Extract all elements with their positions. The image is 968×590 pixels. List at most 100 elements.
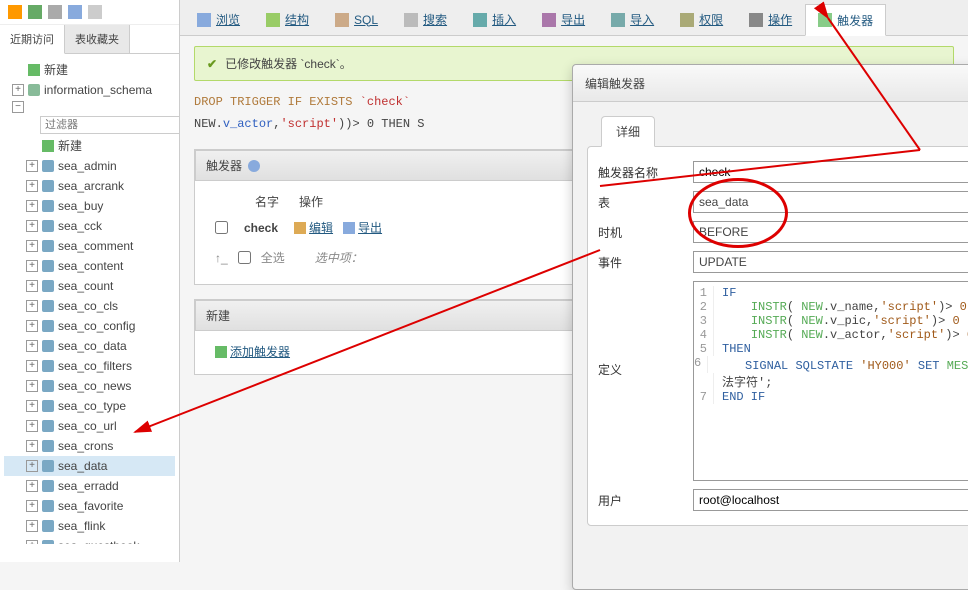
collapse-icon[interactable]: − bbox=[12, 101, 24, 113]
filter-input[interactable] bbox=[40, 116, 179, 134]
expand-icon[interactable]: + bbox=[12, 84, 24, 96]
select-event[interactable]: UPDATE bbox=[693, 251, 968, 273]
tree-table-sea_erradd[interactable]: +sea_erradd bbox=[4, 476, 175, 496]
table-icon bbox=[42, 460, 54, 472]
table-icon bbox=[42, 180, 54, 192]
select-all-checkbox[interactable] bbox=[238, 251, 251, 264]
tab-browse[interactable]: 浏览 bbox=[184, 4, 253, 35]
expand-icon[interactable]: + bbox=[26, 260, 38, 272]
tab-privileges[interactable]: 权限 bbox=[667, 4, 736, 35]
tab-search[interactable]: 搜索 bbox=[391, 4, 460, 35]
input-trigger-name[interactable] bbox=[693, 161, 968, 183]
table-icon bbox=[42, 400, 54, 412]
table-icon bbox=[42, 260, 54, 272]
tab-triggers[interactable]: 触发器 bbox=[805, 4, 886, 36]
expand-icon[interactable]: + bbox=[26, 480, 38, 492]
tree-table-sea_co_filters[interactable]: +sea_co_filters bbox=[4, 356, 175, 376]
dialog-tab-details[interactable]: 详细 bbox=[601, 116, 655, 147]
table-icon bbox=[42, 240, 54, 252]
exit-icon[interactable] bbox=[48, 5, 62, 19]
tree-table-sea_admin[interactable]: +sea_admin bbox=[4, 156, 175, 176]
table-icon bbox=[42, 420, 54, 432]
tree-table-sea_co_news[interactable]: +sea_co_news bbox=[4, 376, 175, 396]
tree-table-sea_co_config[interactable]: +sea_co_config bbox=[4, 316, 175, 336]
code-editor[interactable]: 1IF2 INSTR( NEW.v_name,'script')> 0 OR3 … bbox=[693, 281, 968, 481]
tab-structure[interactable]: 结构 bbox=[253, 4, 322, 35]
refresh-icon[interactable] bbox=[28, 5, 42, 19]
tree-table-sea_cck[interactable]: +sea_cck bbox=[4, 216, 175, 236]
expand-icon[interactable]: + bbox=[26, 400, 38, 412]
label-table: 表 bbox=[598, 194, 693, 211]
expand-icon[interactable]: + bbox=[26, 320, 38, 332]
table-icon bbox=[42, 440, 54, 452]
input-user[interactable] bbox=[693, 489, 968, 511]
expand-icon[interactable]: + bbox=[26, 380, 38, 392]
db-tree: 新建 + information_schema − X 新建 +sea_admi… bbox=[0, 54, 179, 544]
expand-icon[interactable]: + bbox=[26, 460, 38, 472]
expand-icon[interactable]: + bbox=[26, 180, 38, 192]
dialog-titlebar[interactable]: 编辑触发器 ✕ bbox=[573, 65, 968, 102]
table-icon bbox=[42, 500, 54, 512]
expand-icon[interactable]: + bbox=[26, 300, 38, 312]
tree-table-sea_guestbook[interactable]: +sea_guestbook bbox=[4, 536, 175, 544]
label-user: 用户 bbox=[598, 492, 693, 509]
table-icon bbox=[42, 280, 54, 292]
tree-table-sea_content[interactable]: +sea_content bbox=[4, 256, 175, 276]
expand-icon[interactable]: + bbox=[26, 540, 38, 544]
edit-trigger-link[interactable]: 编辑 bbox=[294, 219, 333, 236]
tree-table-sea_arcrank[interactable]: +sea_arcrank bbox=[4, 176, 175, 196]
tree-table-sea_crons[interactable]: +sea_crons bbox=[4, 436, 175, 456]
tab-export[interactable]: 导出 bbox=[529, 4, 598, 35]
expand-icon[interactable]: + bbox=[26, 240, 38, 252]
tab-operations[interactable]: 操作 bbox=[736, 4, 805, 35]
help-icon[interactable] bbox=[68, 5, 82, 19]
tree-table-sea_count[interactable]: +sea_count bbox=[4, 276, 175, 296]
table-icon bbox=[42, 360, 54, 372]
edit-icon bbox=[294, 222, 306, 234]
expand-icon[interactable]: + bbox=[26, 360, 38, 372]
table-icon bbox=[42, 320, 54, 332]
tree-table-sea_data[interactable]: +sea_data bbox=[4, 456, 175, 476]
expand-icon[interactable]: + bbox=[26, 420, 38, 432]
expand-icon[interactable]: + bbox=[26, 500, 38, 512]
tab-favorites[interactable]: 表收藏夹 bbox=[65, 25, 130, 53]
add-icon bbox=[215, 346, 227, 358]
tree-new-db[interactable]: 新建 bbox=[4, 60, 175, 80]
tree-table-sea_favorite[interactable]: +sea_favorite bbox=[4, 496, 175, 516]
expand-icon[interactable]: + bbox=[26, 200, 38, 212]
search-icon bbox=[404, 13, 418, 27]
navigation-sidebar: 近期访问 表收藏夹 新建 + information_schema − X bbox=[0, 0, 180, 562]
expand-icon[interactable]: + bbox=[26, 280, 38, 292]
table-icon bbox=[42, 300, 54, 312]
arrow-up-icon: ↑_ bbox=[215, 251, 228, 265]
tab-recent[interactable]: 近期访问 bbox=[0, 25, 65, 54]
new-icon bbox=[28, 64, 40, 76]
tab-insert[interactable]: 插入 bbox=[460, 4, 529, 35]
trigger-checkbox[interactable] bbox=[215, 221, 228, 234]
select-timing[interactable]: BEFORE bbox=[693, 221, 968, 243]
export-trigger-link[interactable]: 导出 bbox=[343, 219, 382, 236]
settings-icon[interactable] bbox=[88, 5, 102, 19]
tree-db-current[interactable]: − bbox=[4, 100, 175, 114]
tree-table-sea_comment[interactable]: +sea_comment bbox=[4, 236, 175, 256]
tree-table-sea_flink[interactable]: +sea_flink bbox=[4, 516, 175, 536]
tab-sql[interactable]: SQL bbox=[322, 4, 391, 35]
tree-db-information-schema[interactable]: + information_schema bbox=[4, 80, 175, 100]
tree-table-sea_buy[interactable]: +sea_buy bbox=[4, 196, 175, 216]
expand-icon[interactable]: + bbox=[26, 160, 38, 172]
tree-new-table[interactable]: 新建 bbox=[4, 136, 175, 156]
expand-icon[interactable]: + bbox=[26, 340, 38, 352]
select-table[interactable]: sea_data bbox=[693, 191, 968, 213]
expand-icon[interactable]: + bbox=[26, 220, 38, 232]
tree-table-sea_co_url[interactable]: +sea_co_url bbox=[4, 416, 175, 436]
expand-icon[interactable]: + bbox=[26, 440, 38, 452]
browse-icon bbox=[197, 13, 211, 27]
help-icon[interactable] bbox=[248, 160, 260, 172]
tree-table-sea_co_cls[interactable]: +sea_co_cls bbox=[4, 296, 175, 316]
expand-icon[interactable]: + bbox=[26, 520, 38, 532]
home-icon[interactable] bbox=[8, 5, 22, 19]
tree-table-sea_co_type[interactable]: +sea_co_type bbox=[4, 396, 175, 416]
table-icon bbox=[42, 220, 54, 232]
tree-table-sea_co_data[interactable]: +sea_co_data bbox=[4, 336, 175, 356]
tab-import[interactable]: 导入 bbox=[598, 4, 667, 35]
